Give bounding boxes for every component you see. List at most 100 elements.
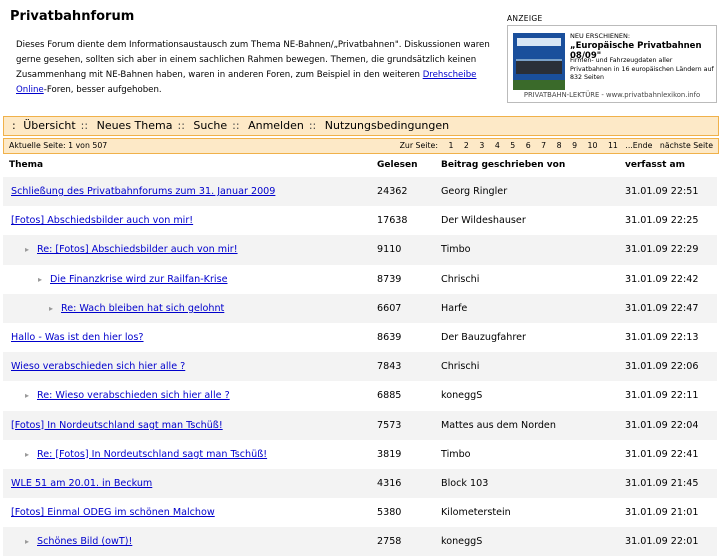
author-name: Mattes aus dem Norden [441,419,556,431]
table-row: [Fotos] Abschiedsbilder auch von mir! 176… [3,206,717,235]
table-row: ▸ Re: Wach bleiben hat sich gelohnt 6607 Ha… [3,293,717,323]
page-link-10[interactable]: 10 [588,141,598,150]
read-count: 2758 [377,536,402,548]
page-link-3[interactable]: 3 [479,141,484,150]
table-row: ▸ Re: [Fotos] Abschiedsbilder auch von mi… [3,235,717,265]
read-count: 5380 [377,507,402,519]
header-gelesen: Gelesen [377,160,418,170]
post-date: 31.01.09 21:45 [625,477,699,489]
main-navigation: : Übersicht:: Neues Thema:: Suche:: Anme… [3,116,719,136]
header-thema: Thema [9,160,44,170]
thread-title-link[interactable]: Re: [Fotos] In Nordeutschland sagt man T… [37,440,267,469]
author-name: Harfe [441,302,468,314]
read-count: 7843 [377,361,402,373]
table-row: ▸ Re: [Fotos] In Nordeutschland sagt man … [3,440,717,469]
read-count: 7573 [377,419,402,431]
nav-item-uebersicht[interactable]: Übersicht [23,117,75,135]
nav-item-anmelden[interactable]: Anmelden [248,117,304,135]
thread-title-link[interactable]: Schönes Bild (owT)! [37,527,132,556]
author-name: koneggS [441,390,483,402]
thread-title-link[interactable]: Re: Wieso verabschieden sich hier alle ? [37,381,230,410]
post-date: 31.01.09 22:01 [625,536,699,548]
read-count: 3819 [377,448,402,460]
page-title: Privatbahnforum [10,9,135,24]
read-count: 24362 [377,186,408,197]
header-author: Beitrag geschrieben von [441,160,566,170]
author-name: Timbo [441,244,471,256]
ad-headline: NEU ERSCHIENEN: [570,32,631,40]
intro-text: Dieses Forum diente dem Informationsaust… [16,38,494,98]
nav-separator: :: [232,119,240,132]
table-header: Thema Gelesen Beitrag geschrieben von ve… [3,155,717,175]
post-date: 31.01.09 21:01 [625,507,699,519]
read-count: 17638 [377,215,408,227]
page-link-6[interactable]: 6 [526,141,531,150]
nav-separator: :: [80,119,89,132]
read-count: 4316 [377,477,402,489]
read-count: 6607 [377,302,402,314]
table-row: Wieso verabschieden sich hier alle ? 7843… [3,352,717,382]
reply-arrow-icon: ▸ [38,274,43,284]
thread-title-link[interactable]: Schließung des Privatbahnforums zum 31. … [11,177,275,206]
author-name: Chrischi [441,361,480,373]
reply-arrow-icon: ▸ [25,245,30,255]
pagination-label: Zur Seite: [399,141,438,150]
page-link-1[interactable]: 1 [448,141,453,150]
post-date: 31.01.09 22:51 [625,186,699,197]
nav-separator: :: [308,119,317,132]
ad-label: ANZEIGE [507,14,543,23]
thread-title-link[interactable]: WLE 51 am 20.01. in Beckum [11,469,152,498]
post-date: 31.01.09 22:25 [625,215,699,227]
thread-title-link[interactable]: Re: [Fotos] Abschiedsbilder auch von mir… [37,235,238,264]
page-link-7[interactable]: 7 [541,141,546,150]
author-name: Chrischi [441,273,480,285]
read-count: 9110 [377,244,402,256]
nav-separator: :: [177,119,185,132]
table-row: [Fotos] In Nordeutschland sagt man Tschü… [3,410,717,440]
thread-list: Schließung des Privatbahnforums zum 31. … [3,177,717,556]
page-link-4[interactable]: 4 [495,141,500,150]
current-page-info: Aktuelle Seite: 1 von 507 [9,141,108,150]
ad-banner[interactable]: NEU ERSCHIENEN: „Europäische Privatbahne… [507,25,717,103]
page-link-5[interactable]: 5 [510,141,515,150]
thread-title-link[interactable]: Hallo - Was ist den hier los? [11,323,144,352]
author-name: Block 103 [441,477,489,489]
thread-title-link[interactable]: Wieso verabschieden sich hier alle ? [11,352,185,381]
next-page-link[interactable]: nächste Seite [660,141,713,150]
nav-item-nutzungsbedingungen[interactable]: Nutzungsbedingungen [325,117,449,135]
author-name: koneggS [441,536,483,548]
thread-title-link[interactable]: [Fotos] Abschiedsbilder auch von mir! [11,206,193,235]
author-name: Georg Ringler [441,186,508,197]
book-cover-image [513,33,565,90]
page-link-11[interactable]: 11 [608,141,618,150]
table-row: ▸ Re: Wieso verabschieden sich hier alle … [3,381,717,410]
thread-title-link[interactable]: Die Finanzkrise wird zur Railfan-Krise [50,265,227,294]
page-link-end[interactable]: ...Ende [625,141,652,150]
table-row: Hallo - Was ist den hier los? 8639 Der Bau… [3,323,717,352]
author-name: Der Bauzugfahrer [441,331,526,343]
read-count: 8639 [377,331,402,343]
thread-title-link[interactable]: [Fotos] Einmal ODEG im schönen Malchow [11,498,215,527]
post-date: 31.01.09 22:47 [625,302,699,314]
author-name: Kilometerstein [441,507,511,519]
thread-title-link[interactable]: [Fotos] In Nordeutschland sagt man Tschü… [11,411,223,440]
advertisement: ANZEIGE NEU ERSCHIENEN: „Europäische Pri… [507,14,717,103]
table-row: Schließung des Privatbahnforums zum 31. … [3,177,717,207]
intro-tail: -Foren, besser aufgehoben. [43,85,162,95]
table-row: ▸ Die Finanzkrise wird zur Railfan-Krise 8… [3,265,717,294]
nav-lead: : [12,119,16,132]
reply-arrow-icon: ▸ [25,537,30,547]
page-link-8[interactable]: 8 [557,141,562,150]
thread-title-link[interactable]: Re: Wach bleiben hat sich gelohnt [61,294,224,323]
table-row: ▸ Schönes Bild (owT)! 2758 koneggS 31.01.09 … [3,527,717,556]
page-link-2[interactable]: 2 [464,141,469,150]
ad-footer: PRIVATBAHN-LEKTÜRE - www.privatbahnlexik… [523,91,701,99]
table-row: WLE 51 am 20.01. in Beckum 4316 Block 103 3… [3,468,717,499]
author-name: Timbo [441,448,471,460]
nav-item-suche[interactable]: Suche [193,117,227,135]
post-date: 31.01.09 22:41 [625,448,699,460]
nav-item-neues-thema[interactable]: Neues Thema [97,117,173,135]
post-date: 31.01.09 22:29 [625,244,699,256]
page-link-9[interactable]: 9 [572,141,577,150]
post-date: 31.01.09 22:04 [625,419,699,431]
